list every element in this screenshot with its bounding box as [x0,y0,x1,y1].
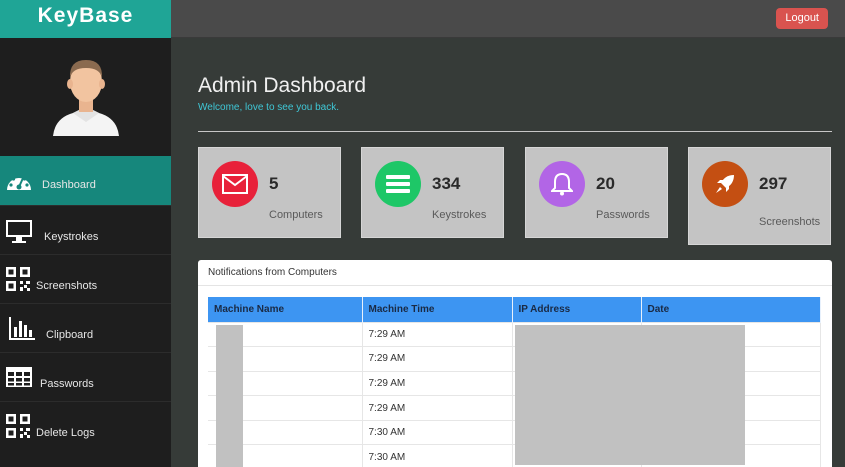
sidebar-item-clipboard[interactable]: Clipboard [0,303,171,352]
sidebar-item-label: Delete Logs [36,427,95,439]
top-bar: Logout [171,0,845,38]
sidebar-item-label: Screenshots [36,280,98,292]
stat-label: Passwords [596,209,650,221]
stat-card-keystrokes[interactable]: 334 Keystrokes [361,147,504,238]
machine-time-cell: 7:30 AM [362,444,513,467]
avatar [52,60,119,136]
monitor-icon [6,220,32,243]
list-icon [375,161,421,207]
redaction-block [216,325,243,467]
sidebar-item-label: Keystrokes [44,231,99,243]
machine-time-cell: 7:30 AM [362,419,513,445]
machine-time-cell: 7:29 AM [362,370,513,396]
app-brand[interactable]: KeyBase [0,0,171,38]
table-grid-icon [6,367,32,387]
stat-count: 20 [596,174,615,193]
page-title: Admin Dashboard [198,74,367,97]
table-header-row: Machine Name Machine Time IP Address Dat… [208,297,821,322]
column-header[interactable]: IP Address [512,297,642,322]
redaction-block [515,325,745,465]
sidebar-item-label: Dashboard [42,179,96,191]
sidebar-item-dashboard[interactable]: Dashboard [0,156,171,205]
stat-card-passwords[interactable]: 20 Passwords [525,147,668,238]
sidebar-item-label: Clipboard [46,329,94,341]
envelope-icon [212,161,258,207]
stat-count: 334 [432,174,461,193]
stat-card-computers[interactable]: 5 Computers [198,147,341,238]
qr-code-icon [6,414,30,438]
welcome-message: Welcome, love to see you back. [198,102,339,113]
machine-time-cell: 7:29 AM [362,395,513,421]
sidebar: Dashboard Keystrokes Screenshots Clipboa… [0,38,171,467]
rocket-icon [702,161,748,207]
dashboard-icon [7,174,31,190]
avatar-container [0,38,171,156]
bar-chart-icon [9,317,35,340]
divider [198,131,832,132]
machine-time-cell: 7:29 AM [362,346,513,372]
stat-card-screenshots[interactable]: 297 Screenshots [688,147,831,245]
stat-label: Keystrokes [432,209,487,221]
sidebar-item-passwords[interactable]: Passwords [0,352,171,401]
column-header[interactable]: Date [641,297,821,322]
stat-count: 5 [269,174,279,193]
column-header[interactable]: Machine Name [208,297,363,322]
panel-heading: Notifications from Computers [198,260,832,286]
qr-code-icon [6,267,30,291]
sidebar-item-keystrokes[interactable]: Keystrokes [0,205,171,254]
stat-count: 297 [759,174,788,193]
column-header[interactable]: Machine Time [362,297,513,322]
stat-label: Screenshots [759,216,821,228]
sidebar-item-screenshots[interactable]: Screenshots [0,254,171,303]
stat-label: Computers [269,209,323,221]
sidebar-item-delete-logs[interactable]: Delete Logs [0,401,171,450]
sidebar-item-label: Passwords [40,378,94,390]
logout-button[interactable]: Logout [776,8,828,29]
machine-time-cell: 7:29 AM [362,321,513,347]
bell-icon [539,161,585,207]
